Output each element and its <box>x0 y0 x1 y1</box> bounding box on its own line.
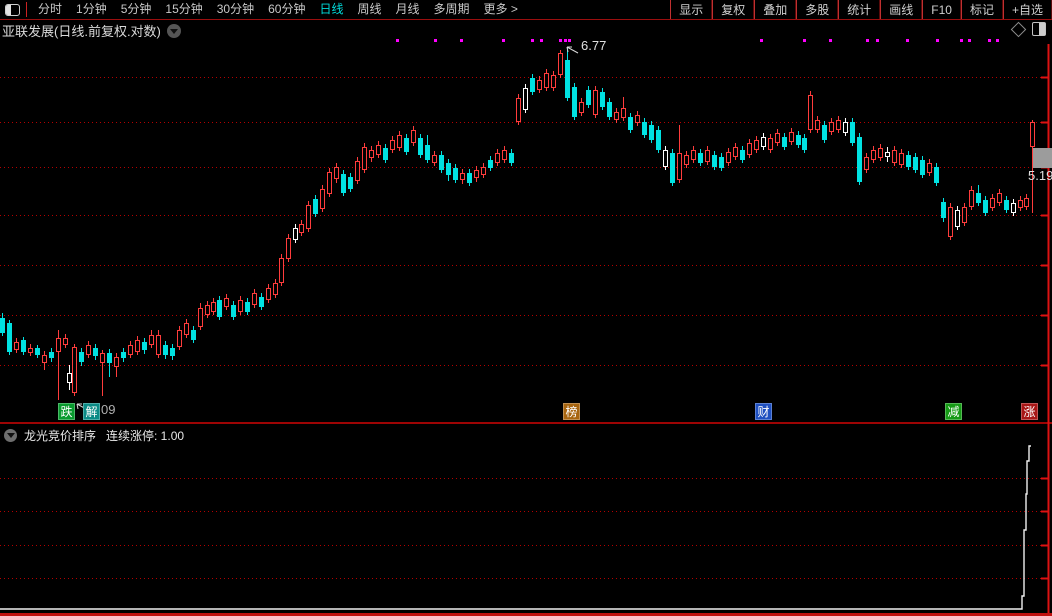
sub-pane-header: 龙光竞价排序 连续涨停: 1.00 <box>0 426 184 444</box>
tool-display[interactable]: 显示 <box>670 0 712 19</box>
badge-jie[interactable]: 解 <box>83 403 100 420</box>
nav-item-more[interactable]: 更多 > <box>477 0 525 19</box>
chart-canvas[interactable] <box>0 0 1052 616</box>
badge-jian[interactable]: 减 <box>945 403 962 420</box>
nav-item-30min[interactable]: 30分钟 <box>210 0 261 19</box>
price-label-last: 5.19 <box>1028 168 1052 183</box>
chart-corner-icons <box>1013 22 1046 36</box>
title-dropdown-icon[interactable] <box>167 24 181 38</box>
trading-app-window: 分时 1分钟 5分钟 15分钟 30分钟 60分钟 日线 周线 月线 多周期 更… <box>0 0 1052 616</box>
sub-pane-dropdown-icon[interactable] <box>4 429 17 442</box>
layout-toggle-icon[interactable] <box>5 4 20 16</box>
top-menubar: 分时 1分钟 5分钟 15分钟 30分钟 60分钟 日线 周线 月线 多周期 更… <box>0 0 1052 20</box>
nav-item-weekly[interactable]: 周线 <box>350 0 388 19</box>
nav-item-monthly[interactable]: 月线 <box>389 0 427 19</box>
tool-overlay[interactable]: 叠加 <box>754 0 796 19</box>
panel-toggle-icon[interactable] <box>1032 22 1046 36</box>
period-nav: 分时 1分钟 5分钟 15分钟 30分钟 60分钟 日线 周线 月线 多周期 更… <box>31 0 525 19</box>
nav-item-daily[interactable]: 日线 <box>312 0 350 19</box>
diamond-marker-icon[interactable] <box>1011 21 1027 37</box>
badge-zhang[interactable]: 涨 <box>1021 403 1038 420</box>
current-price-marker <box>1033 148 1052 168</box>
sub-indicator-value: 连续涨停: 1.00 <box>106 427 184 444</box>
badge-die[interactable]: 跌 <box>58 403 75 420</box>
nav-item-60min[interactable]: 60分钟 <box>261 0 312 19</box>
toolbar: 显示 复权 叠加 多股 统计 画线 F10 标记 +自选 <box>670 0 1052 19</box>
nav-item-5min[interactable]: 5分钟 <box>114 0 159 19</box>
tool-add-watchlist[interactable]: +自选 <box>1003 0 1052 19</box>
nav-item-fenshi[interactable]: 分时 <box>31 0 69 19</box>
nav-item-1min[interactable]: 1分钟 <box>69 0 114 19</box>
menu-separator <box>26 2 27 17</box>
sub-indicator-name[interactable]: 龙光竞价排序 <box>24 427 96 444</box>
tool-adjust[interactable]: 复权 <box>712 0 754 19</box>
tool-drawline[interactable]: 画线 <box>880 0 922 19</box>
price-label-low: 09 <box>101 402 115 417</box>
tool-stats[interactable]: 统计 <box>838 0 880 19</box>
tool-multistock[interactable]: 多股 <box>796 0 838 19</box>
badge-bang[interactable]: 榜 <box>563 403 580 420</box>
stock-title: 亚联发展(日线.前复权.对数) <box>2 21 161 40</box>
nav-item-15min[interactable]: 15分钟 <box>158 0 209 19</box>
chart-titlebar: 亚联发展(日线.前复权.对数) <box>0 19 1052 42</box>
tool-f10[interactable]: F10 <box>922 0 961 19</box>
badge-cai[interactable]: 财 <box>755 403 772 420</box>
nav-item-multi-period[interactable]: 多周期 <box>427 0 477 19</box>
tool-mark[interactable]: 标记 <box>961 0 1003 19</box>
